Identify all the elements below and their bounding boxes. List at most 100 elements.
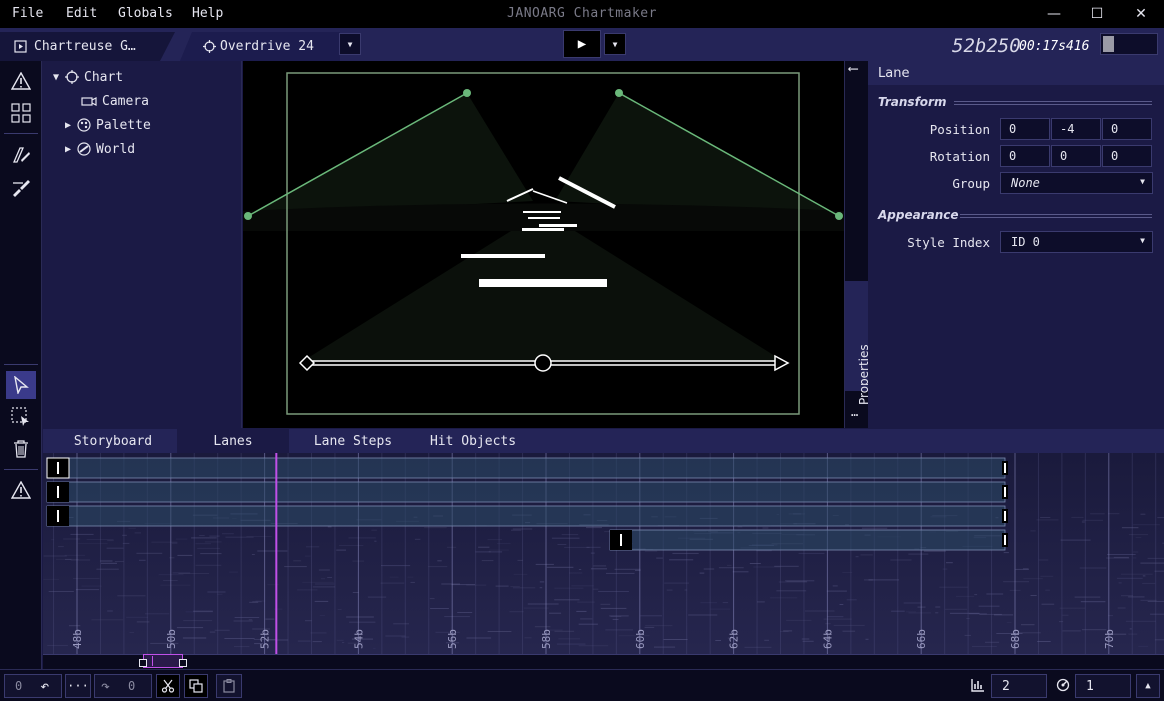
tab-overdrive[interactable]: Overdrive 24: [180, 32, 340, 61]
position-y-field[interactable]: -4: [1051, 118, 1101, 140]
track-position-handle[interactable]: [534, 354, 552, 372]
lane-start-marker: [57, 462, 59, 474]
camera-handle[interactable]: [615, 89, 623, 97]
menu-file[interactable]: File: [12, 6, 43, 21]
chevron-down-icon: ▼: [1140, 177, 1145, 186]
scene-viewport[interactable]: [243, 61, 844, 428]
expand-icon[interactable]: ▶: [65, 144, 77, 155]
camera-handle[interactable]: [835, 212, 843, 220]
timeline-lane[interactable]: [46, 481, 1006, 503]
copy-button[interactable]: [184, 674, 208, 698]
scrollbar-right-handle[interactable]: [179, 659, 187, 667]
spectrogram-streak: [134, 532, 141, 534]
inspector-panel: Lane Transform Position 0 -4 0 Rotation …: [868, 61, 1164, 428]
timeline-lane[interactable]: [609, 529, 1006, 551]
lane-timeline[interactable]: 48b 50b 52b 54b 56b 58b 60b 62b 64b 66b 68b 70b: [43, 453, 1164, 654]
tab-lanes[interactable]: Lanes: [177, 429, 289, 453]
grid-tool[interactable]: [6, 99, 36, 127]
lane[interactable]: [461, 254, 545, 258]
play-options-dropdown[interactable]: ▼: [604, 33, 626, 55]
position-x-field[interactable]: 0: [1000, 118, 1050, 140]
back-arrow-icon[interactable]: ⟵: [849, 61, 857, 77]
spectrogram-streak: [101, 562, 117, 564]
menu-edit[interactable]: Edit: [66, 6, 97, 21]
beat-division-field[interactable]: 2: [991, 674, 1047, 698]
timeline-scrollbar[interactable]: [43, 654, 1164, 669]
spectrogram-streak: [385, 635, 406, 637]
lane[interactable]: [479, 279, 607, 287]
tree-item-chart[interactable]: ▼ Chart: [53, 67, 123, 87]
position-z-field[interactable]: 0: [1102, 118, 1152, 140]
spectrogram-streak: [318, 569, 330, 571]
copy-icon: [189, 679, 203, 693]
tab-hit-objects[interactable]: Hit Objects: [418, 429, 528, 453]
tab-chartreuse[interactable]: Chartreuse G…: [0, 32, 175, 61]
spectrogram-streak: [200, 553, 222, 555]
undo-button[interactable]: 0 ↶: [4, 674, 62, 698]
tree-item-camera[interactable]: Camera: [81, 91, 149, 111]
rotation-y-field[interactable]: 0: [1051, 145, 1101, 167]
volume-slider[interactable]: [1100, 33, 1158, 55]
lane-pencil-icon: [13, 147, 30, 163]
maximize-button[interactable]: ☐: [1075, 0, 1119, 28]
collapse-icon[interactable]: ▼: [53, 72, 65, 83]
group-dropdown[interactable]: None ▼: [1000, 172, 1153, 194]
cut-button[interactable]: [156, 674, 180, 698]
close-button[interactable]: ✕: [1119, 0, 1163, 28]
scene-render: [243, 72, 844, 415]
lane-start-marker: [57, 486, 59, 498]
style-index-dropdown[interactable]: ID 0 ▼: [1000, 231, 1153, 253]
spectrogram-streak: [1140, 599, 1157, 601]
menu-globals[interactable]: Globals: [118, 6, 173, 21]
warnings-tool[interactable]: [6, 67, 36, 95]
play-button[interactable]: ▶: [563, 30, 601, 58]
more-icon[interactable]: …: [851, 405, 858, 419]
redo-button[interactable]: ↷ 0: [94, 674, 152, 698]
menu-help[interactable]: Help: [192, 6, 223, 21]
tab-storyboard[interactable]: Storyboard: [43, 429, 183, 453]
track-end-arrow[interactable]: [774, 354, 790, 372]
timeline-lane[interactable]: [46, 505, 1006, 527]
select-tool[interactable]: [6, 371, 36, 399]
lane[interactable]: [522, 228, 564, 231]
camera-handle[interactable]: [244, 212, 252, 220]
beat-label: 58b: [540, 629, 553, 649]
history-more-button[interactable]: ···: [65, 674, 91, 698]
spectrogram-streak: [428, 566, 448, 568]
scrollbar-thumb[interactable]: [143, 654, 183, 668]
scrollbar-left-handle[interactable]: [139, 659, 147, 667]
minimize-button[interactable]: —: [1032, 0, 1076, 28]
spectrogram-streak: [1106, 557, 1130, 559]
spectrogram-streak: [336, 549, 346, 551]
paste-button[interactable]: [216, 674, 242, 698]
tree-item-palette[interactable]: ▶ Palette: [65, 115, 151, 135]
snap-icon: [1056, 678, 1070, 696]
world-icon: [77, 142, 91, 156]
expand-icon[interactable]: ▶: [65, 120, 77, 131]
spectrogram-streak: [193, 610, 213, 612]
spectrogram-streak: [129, 631, 134, 633]
rotation-x-field[interactable]: 0: [1000, 145, 1050, 167]
rotation-z-field[interactable]: 0: [1102, 145, 1152, 167]
camera-handle[interactable]: [463, 89, 471, 97]
lane[interactable]: [528, 217, 560, 219]
spectrogram-streak: [346, 616, 374, 618]
box-select-tool[interactable]: [6, 403, 36, 431]
hierarchy-panel: ▼ Chart Camera ▶ Palette ▶ World: [43, 61, 242, 428]
timeline-warnings-tool[interactable]: [6, 476, 36, 504]
tab-lane-steps[interactable]: Lane Steps: [293, 429, 413, 453]
lane[interactable]: [523, 211, 561, 213]
paint-tool[interactable]: [6, 173, 36, 201]
tab-dropdown-button[interactable]: ▼: [339, 33, 361, 55]
timeline-lane[interactable]: [46, 457, 1006, 479]
delete-tool[interactable]: [6, 435, 36, 463]
spectrogram-streak: [209, 631, 216, 633]
snap-field[interactable]: 1: [1075, 674, 1131, 698]
tree-item-world[interactable]: ▶ World: [65, 139, 135, 159]
lane[interactable]: [539, 224, 577, 227]
clipboard-icon: [223, 679, 235, 693]
lane-draw-tool[interactable]: [6, 141, 36, 169]
expand-panel-button[interactable]: ▲: [1136, 674, 1160, 698]
spectrogram-streak: [199, 535, 205, 537]
spectrogram-streak: [710, 608, 731, 610]
